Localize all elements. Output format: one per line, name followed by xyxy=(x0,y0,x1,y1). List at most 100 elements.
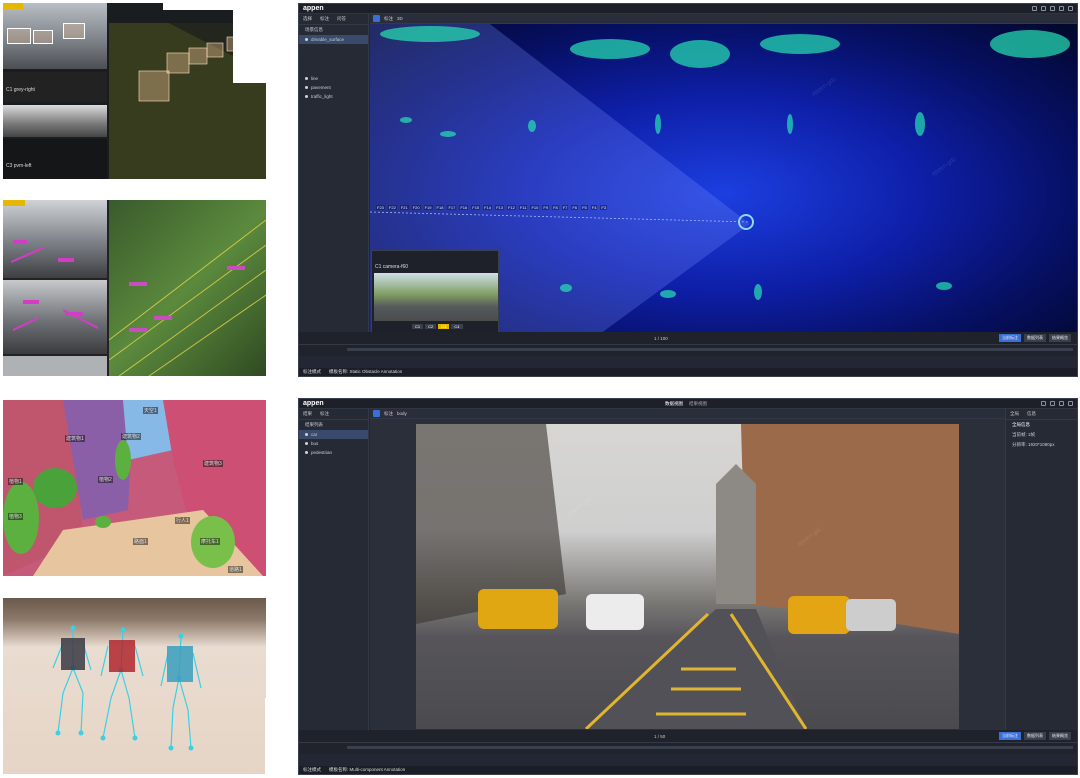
image-annotation-window: appen 数据视图 结果视图 结果 标注 结果列表 car bus pedes… xyxy=(298,398,1078,775)
selected-item[interactable]: drivable_surface xyxy=(299,35,368,44)
pointcloud-annotation-window: appen 选择 标注 问答 场景信息 drivable_surface lin… xyxy=(298,3,1078,377)
view-toolbar: 标注 3D xyxy=(370,14,1077,24)
street-photo: appen-gdc appen-gdc xyxy=(416,424,959,729)
list-item[interactable]: line xyxy=(299,74,368,83)
image-canvas[interactable]: appen-gdc appen-gdc xyxy=(370,419,1005,730)
frame-marker[interactable]: F18 xyxy=(435,205,445,210)
frame-marker[interactable]: F21 xyxy=(399,205,409,210)
current-annotation-button[interactable]: 当前标注 xyxy=(999,732,1021,740)
left-panel: 结果 标注 结果列表 car bus pedestrian xyxy=(299,409,369,754)
settings-icon[interactable] xyxy=(1059,401,1064,406)
camera-tab[interactable]: C3 xyxy=(438,324,450,329)
right-info-panel: 全局 信息 全局信息 当前帧: 1帧 分辨率: 1920*1080px xyxy=(1005,409,1077,754)
settings-icon[interactable] xyxy=(1050,6,1055,11)
result-overview-button[interactable]: 结果概览 xyxy=(1049,732,1071,740)
list-item[interactable]: pavement xyxy=(299,83,368,92)
segment-label: 植物2 xyxy=(98,476,113,483)
current-annotation-button[interactable]: 当前标注 xyxy=(999,334,1021,342)
undo-icon[interactable] xyxy=(1032,6,1037,11)
frame-marker[interactable]: F20 xyxy=(411,205,421,210)
toolbar-body[interactable]: body xyxy=(397,411,407,416)
camera-inset[interactable]: C1 camera-f60 C1 C2 C3 C4 xyxy=(371,250,499,334)
item-dot-icon xyxy=(305,433,308,436)
data-list-button[interactable]: 数据列表 xyxy=(1024,732,1046,740)
segment-label: 建筑物2 xyxy=(121,433,141,440)
frame-marker[interactable]: F6 xyxy=(571,205,579,210)
status-bar: 标注模式 模板名称: Static Obstacle Annotation xyxy=(299,368,1077,376)
fullscreen-icon[interactable] xyxy=(1059,6,1064,11)
page-indicator[interactable]: 1 / 50 xyxy=(654,734,665,739)
timeline[interactable] xyxy=(299,344,1077,356)
item-dot-icon xyxy=(305,77,308,80)
appen-logo: appen xyxy=(303,5,324,12)
data-list-button[interactable]: 数据列表 xyxy=(1024,334,1046,342)
list-item[interactable]: pedestrian xyxy=(299,448,368,457)
frame-marker[interactable]: F17 xyxy=(447,205,457,210)
frame-marker[interactable]: F3 xyxy=(600,205,608,210)
tab-qa[interactable]: 问答 xyxy=(337,16,346,22)
list-item[interactable]: traffic_light xyxy=(299,92,368,101)
list-item[interactable]: bus xyxy=(299,439,368,448)
toolbar-annotate[interactable]: 标注 xyxy=(384,16,393,22)
tab-result-view[interactable]: 结果视图 xyxy=(689,401,707,407)
frame-marker[interactable]: F12 xyxy=(506,205,516,210)
frame-marker[interactable]: F11 xyxy=(518,205,528,210)
app-topbar: appen xyxy=(299,4,1077,14)
left-panel: 选择 标注 问答 场景信息 drivable_surface line pave… xyxy=(299,14,369,356)
frame-marker[interactable]: F14 xyxy=(483,205,493,210)
frame-marker[interactable]: F5 xyxy=(581,205,588,210)
tab-select[interactable]: 选择 xyxy=(303,16,312,22)
camera-tab[interactable]: C4 xyxy=(451,324,463,329)
tab-annotate[interactable]: 标注 xyxy=(320,411,329,417)
footer-task: 模板名称: Multi-component Annotation xyxy=(329,767,406,772)
frame-marker[interactable]: F23 xyxy=(376,205,385,210)
tab-result[interactable]: 结果 xyxy=(303,411,312,417)
camera-tab[interactable]: C1 xyxy=(412,324,424,329)
page-count: 1 / 100 xyxy=(654,336,668,341)
undo-icon[interactable] xyxy=(1041,401,1046,406)
frame-marker[interactable]: F15 xyxy=(471,205,481,210)
frame-marker[interactable]: F9 xyxy=(542,205,550,210)
list-item[interactable]: car xyxy=(299,430,368,439)
frame-marker[interactable]: F13 xyxy=(495,205,504,210)
thumb-lane-annotation xyxy=(3,200,266,376)
toolbar-annotate[interactable]: 标注 xyxy=(384,411,393,417)
frame-marker[interactable]: F4 xyxy=(590,205,598,210)
frame-marker[interactable]: F19 xyxy=(423,205,433,210)
appen-logo: appen xyxy=(303,400,324,407)
frame-marker[interactable]: F8 xyxy=(552,205,559,210)
frame-marker[interactable]: F7 xyxy=(561,205,569,210)
segment-label: 植物3 xyxy=(8,513,23,520)
item-dot-icon xyxy=(305,95,308,98)
result-overview-button[interactable]: 结果概览 xyxy=(1049,334,1071,342)
thumb-pose-keypoints xyxy=(3,598,266,774)
toolbar-3d[interactable]: 3D xyxy=(397,16,403,21)
view-toolbar: 标注 body xyxy=(370,409,1005,419)
tab-info[interactable]: 信息 xyxy=(1027,411,1036,417)
segment-label: 建筑物1 xyxy=(65,435,85,442)
annotate-tool-icon[interactable] xyxy=(373,410,380,417)
page-indicator[interactable]: 1 / 100 xyxy=(654,336,668,341)
annotate-tool-icon[interactable] xyxy=(373,15,380,22)
frame-marker[interactable]: F22 xyxy=(387,205,397,210)
item-dot-icon xyxy=(305,38,308,41)
camera-label: C3 pvm-left xyxy=(6,163,32,169)
camera-tab[interactable]: C2 xyxy=(425,324,437,329)
frame-marker[interactable]: F16 xyxy=(459,205,469,210)
app-topbar: appen 数据视图 结果视图 xyxy=(299,399,1077,409)
redo-icon[interactable] xyxy=(1050,401,1055,406)
status-bar: 标注模式 模板名称: Multi-component Annotation xyxy=(299,766,1077,774)
tab-data-view[interactable]: 数据视图 xyxy=(665,401,683,407)
frame-marker[interactable]: F10 xyxy=(530,205,540,210)
redo-icon[interactable] xyxy=(1041,6,1046,11)
footer-mode: 标注模式 xyxy=(303,369,321,374)
tab-global[interactable]: 全局 xyxy=(1010,411,1019,417)
timeline[interactable] xyxy=(299,742,1077,754)
tab-annotate[interactable]: 标注 xyxy=(320,16,329,22)
panel-header: 结果列表 xyxy=(305,422,323,427)
segment-label: 路面1 xyxy=(133,538,148,545)
camera-inset-label: C1 camera-f60 xyxy=(375,264,409,270)
close-icon[interactable] xyxy=(1068,401,1073,406)
thumb-3d-cuboids: C1 grey-right C3 pvm-left xyxy=(3,3,266,179)
close-icon[interactable] xyxy=(1068,6,1073,11)
